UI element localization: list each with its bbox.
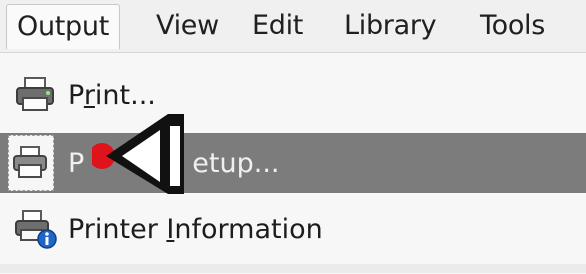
printer-icon — [10, 75, 62, 115]
output-dropdown-menu: Print... Petup... Printer Information — [0, 52, 586, 274]
menu-item-printer-information[interactable]: Printer Information — [0, 201, 586, 257]
menu-item-page-setup[interactable]: Petup... — [0, 133, 586, 193]
menu-item-label: Printer Information — [68, 213, 323, 245]
arrow-pointer-icon — [89, 108, 202, 194]
printer-setup-icon — [8, 135, 54, 191]
menu-library[interactable]: Library — [344, 4, 437, 48]
menu-item-label: Print... — [68, 79, 156, 111]
menu-bottom-edge — [0, 264, 586, 273]
menu-bar: Output View Edit Library Tools — [0, 0, 586, 52]
menu-edit[interactable]: Edit — [252, 4, 303, 48]
menu-item-print[interactable]: Print... — [0, 67, 586, 123]
printer-info-icon — [10, 209, 62, 249]
menu-view[interactable]: View — [156, 4, 219, 48]
menu-tools[interactable]: Tools — [480, 4, 545, 48]
menu-output[interactable]: Output — [6, 4, 120, 49]
